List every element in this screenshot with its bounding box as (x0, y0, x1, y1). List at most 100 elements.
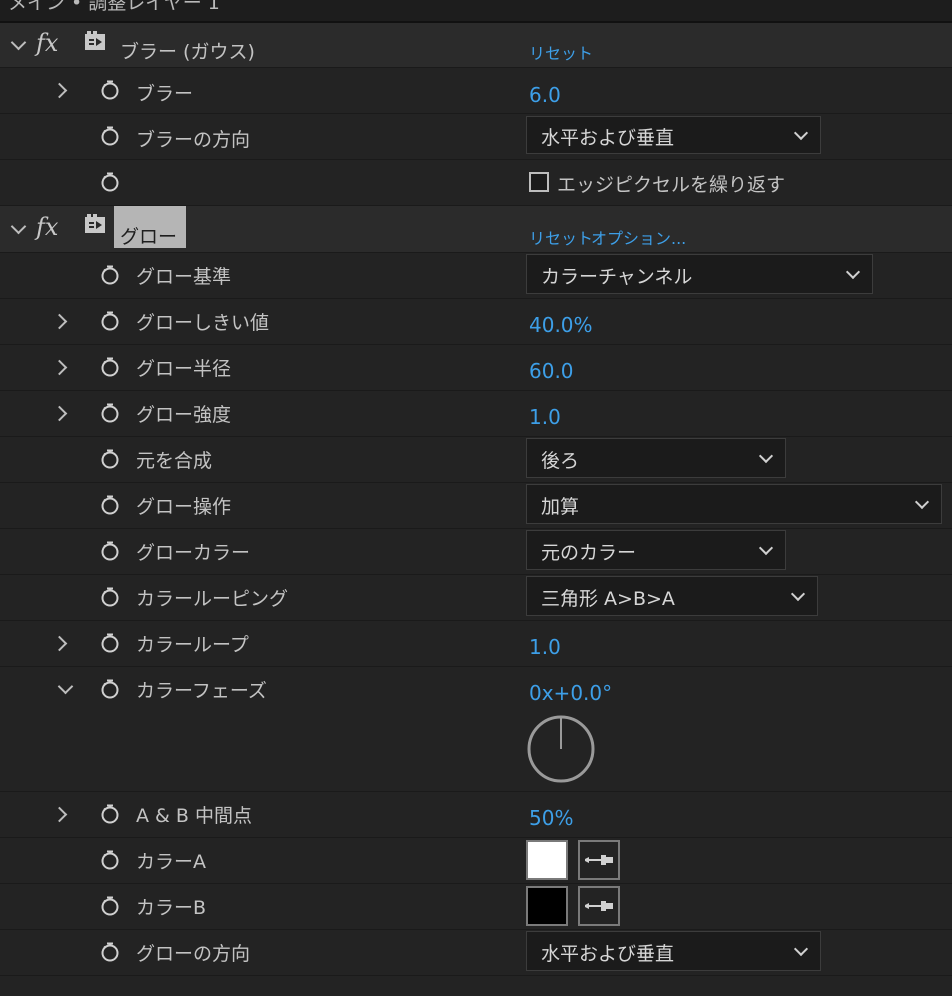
property-label: カラーフェーズ (136, 680, 267, 702)
color-looping-dropdown[interactable]: 三角形 A>B>A (526, 576, 818, 616)
glow-colors-dropdown[interactable]: 元のカラー (526, 530, 786, 570)
chevron-down-icon[interactable] (10, 218, 27, 235)
dropdown-value: 三角形 A>B>A (541, 588, 675, 610)
dropdown-value: 水平および垂直 (541, 943, 675, 965)
eyedropper-button[interactable] (578, 886, 620, 926)
property-value[interactable]: 6.0 (529, 83, 561, 107)
chevron-down-icon (914, 494, 930, 510)
effect-name: グロー (120, 226, 178, 248)
color-a-swatch[interactable] (526, 840, 568, 880)
property-label: ブラーの方向 (136, 129, 251, 151)
chevron-right-icon[interactable] (51, 359, 68, 376)
color-b-swatch[interactable] (526, 886, 568, 926)
property-row-color-looping: カラールーピング 三角形 A>B>A (0, 575, 952, 621)
checkbox-label: エッジピクセルを繰り返す (557, 174, 786, 196)
stopwatch-icon[interactable] (100, 942, 120, 962)
effect-layer-icon (84, 214, 106, 234)
property-row-blur: ブラー 6.0 (0, 68, 952, 114)
options-link[interactable]: オプション... (591, 225, 686, 249)
chevron-down-icon (758, 448, 774, 464)
stopwatch-icon[interactable] (100, 80, 120, 100)
dropdown-value: 水平および垂直 (541, 127, 675, 149)
stopwatch-icon[interactable] (100, 633, 120, 653)
property-label: グローの方向 (136, 943, 251, 965)
stopwatch-icon[interactable] (100, 896, 120, 916)
property-value[interactable]: 1.0 (529, 405, 561, 429)
glow-operation-dropdown[interactable]: 加算 (526, 484, 942, 524)
angle-dial-icon[interactable] (526, 715, 598, 787)
stopwatch-icon[interactable] (100, 265, 120, 285)
chevron-right-icon[interactable] (51, 82, 68, 99)
property-label: グローしきい値 (136, 312, 270, 334)
property-label: 元を合成 (136, 450, 213, 472)
fx-icon[interactable]: fx (36, 213, 58, 241)
eyedropper-icon (580, 888, 618, 924)
property-label: カラーA (136, 851, 206, 873)
repeat-edge-checkbox[interactable] (529, 172, 549, 192)
property-row-blur-direction: ブラーの方向 水平および垂直 (0, 114, 952, 160)
property-row-glow-colors: グローカラー 元のカラー (0, 529, 952, 575)
chevron-right-icon[interactable] (51, 806, 68, 823)
property-label: グロー半径 (136, 358, 232, 380)
stopwatch-icon[interactable] (100, 679, 120, 699)
property-value[interactable]: 50% (529, 806, 573, 830)
stopwatch-icon[interactable] (100, 804, 120, 824)
property-value[interactable]: 1.0 (529, 635, 561, 659)
chevron-right-icon[interactable] (51, 635, 68, 652)
stopwatch-icon[interactable] (100, 541, 120, 561)
dropdown-value: 加算 (541, 496, 580, 518)
reset-link[interactable]: リセット (529, 225, 593, 249)
property-value[interactable]: 40.0% (529, 313, 593, 337)
stopwatch-icon[interactable] (100, 126, 120, 146)
property-label: グロー基準 (136, 266, 232, 288)
property-row-composite-original: 元を合成 後ろ (0, 437, 952, 483)
property-value[interactable]: 60.0 (529, 359, 574, 383)
chevron-down-icon (845, 264, 861, 280)
chevron-down-icon[interactable] (57, 678, 74, 695)
chevron-right-icon[interactable] (51, 405, 68, 422)
dropdown-value: カラーチャンネル (541, 266, 693, 288)
chevron-right-icon[interactable] (51, 313, 68, 330)
stopwatch-icon[interactable] (100, 495, 120, 515)
property-value[interactable]: 0x+0.0° (529, 681, 612, 705)
stopwatch-icon[interactable] (100, 850, 120, 870)
reset-link[interactable]: リセット (529, 40, 593, 64)
property-row-glow-intensity: グロー強度 1.0 (0, 391, 952, 437)
chevron-down-icon (790, 586, 806, 602)
glow-dimensions-dropdown[interactable]: 水平および垂直 (526, 931, 821, 971)
stopwatch-icon[interactable] (100, 311, 120, 331)
eyedropper-button[interactable] (578, 840, 620, 880)
property-row-glow-threshold: グローしきい値 40.0% (0, 299, 952, 345)
effect-layer-icon (84, 31, 106, 51)
property-row-color-a: カラーA (0, 838, 952, 884)
property-label: カラールーピング (136, 588, 289, 610)
property-label: ブラー (136, 83, 194, 105)
effect-header-gaussian-blur[interactable]: fx ブラー (ガウス) リセット (0, 23, 952, 68)
eyedropper-icon (580, 842, 618, 878)
stopwatch-icon[interactable] (100, 587, 120, 607)
property-label: A & B 中間点 (136, 805, 252, 827)
property-label: グロー強度 (136, 404, 232, 426)
fx-icon[interactable]: fx (36, 29, 58, 57)
stopwatch-icon[interactable] (100, 172, 120, 192)
chevron-down-icon (758, 540, 774, 556)
glow-based-on-dropdown[interactable]: カラーチャンネル (526, 254, 873, 294)
panel-title: メイン • 調整レイヤー 1 (8, 0, 220, 14)
dropdown-value: 元のカラー (541, 542, 637, 564)
effect-header-glow[interactable]: fx グロー リセット オプション... (0, 206, 952, 253)
property-row-glow-radius: グロー半径 60.0 (0, 345, 952, 391)
property-label: カラーループ (136, 634, 249, 656)
stopwatch-icon[interactable] (100, 357, 120, 377)
chevron-down-icon (793, 941, 809, 957)
chevron-down-icon[interactable] (10, 34, 27, 51)
effect-name: ブラー (ガウス) (120, 41, 255, 63)
blur-direction-dropdown[interactable]: 水平および垂直 (526, 116, 821, 154)
composite-original-dropdown[interactable]: 後ろ (526, 438, 786, 478)
property-row-glow-dimensions: グローの方向 水平および垂直 (0, 930, 952, 976)
stopwatch-icon[interactable] (100, 403, 120, 423)
dropdown-value: 後ろ (541, 450, 580, 472)
property-label: グロー操作 (136, 496, 232, 518)
property-row-glow-based-on: グロー基準 カラーチャンネル (0, 253, 952, 299)
panel-title-bar: メイン • 調整レイヤー 1 (0, 0, 952, 23)
stopwatch-icon[interactable] (100, 449, 120, 469)
